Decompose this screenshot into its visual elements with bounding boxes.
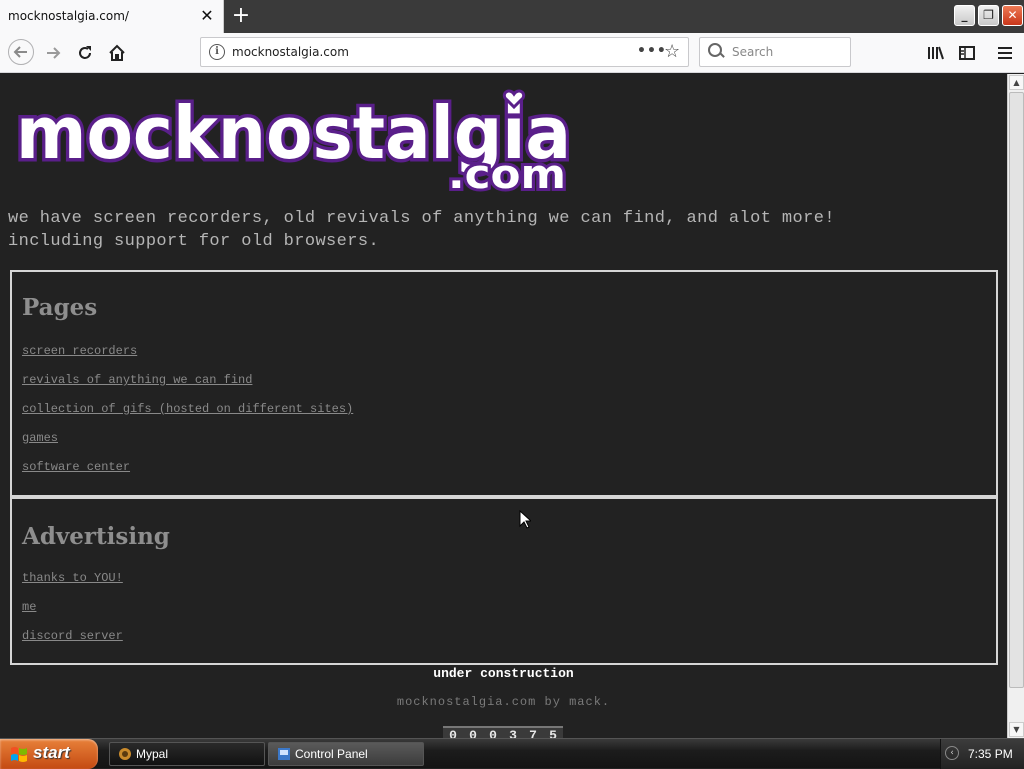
maximize-button[interactable]: ❐ — [978, 5, 999, 26]
tray-expand-icon[interactable]: ‹ — [945, 746, 959, 760]
taskbar-item-control-panel[interactable]: Control Panel — [268, 742, 424, 766]
back-arrow-icon[interactable] — [8, 39, 34, 65]
vertical-scrollbar[interactable]: ▲ ▼ — [1007, 74, 1024, 738]
advertising-panel: Advertising thanks to YOU! me discord se… — [10, 497, 998, 665]
link-revivals[interactable]: revivals of anything we can find — [22, 373, 252, 387]
new-tab-button[interactable]: + — [230, 5, 252, 27]
site-logo: mocknostalgia .com — [13, 88, 575, 192]
taskbar-item-label: Control Panel — [295, 747, 368, 761]
system-tray: ‹ 7:35 PM — [940, 739, 1024, 769]
info-icon[interactable]: i — [209, 44, 225, 60]
counter-digit: 3 — [509, 727, 517, 739]
link-me[interactable]: me — [22, 600, 36, 614]
pages-panel: Pages screen recorders revivals of anyth… — [10, 270, 998, 497]
home-icon[interactable] — [106, 42, 128, 64]
counter-digit: 0 — [449, 727, 457, 739]
advertising-heading: Advertising — [22, 523, 170, 550]
link-software-center[interactable]: software center — [22, 460, 130, 474]
mouse-cursor-icon — [519, 510, 531, 529]
tagline-line-2: including support for old browsers. — [8, 232, 380, 251]
hamburger-menu-icon[interactable] — [994, 42, 1016, 64]
page-viewport: mocknostalgia .com we have screen record… — [0, 74, 1007, 738]
start-label: start — [33, 743, 70, 762]
tab-title: mocknostalgia.com/ — [8, 9, 129, 23]
mypal-icon — [119, 748, 131, 760]
navigation-toolbar: i mocknostalgia.com ••• ☆ Search — [0, 33, 1024, 73]
link-screen-recorders[interactable]: screen recorders — [22, 344, 137, 358]
search-icon — [708, 43, 724, 59]
search-placeholder: Search — [732, 45, 774, 59]
tab-close-icon[interactable]: ✕ — [198, 7, 216, 25]
logo-suffix: .com — [448, 152, 566, 192]
reload-icon[interactable] — [74, 42, 96, 64]
taskbar: start Mypal Control Panel ‹ 7:35 PM — [0, 738, 1024, 769]
footer-credit: mocknostalgia.com by mack. — [396, 695, 611, 709]
page-actions-icon[interactable]: ••• — [637, 43, 667, 59]
windows-flag-icon — [11, 747, 27, 762]
sidebar-icon[interactable] — [956, 42, 978, 64]
scroll-thumb[interactable] — [1009, 92, 1024, 688]
clock: 7:35 PM — [968, 747, 1013, 761]
tagline-line-1: we have screen recorders, old revivals o… — [8, 209, 835, 228]
address-bar[interactable]: i mocknostalgia.com ••• ☆ — [200, 37, 689, 67]
construction-notice: under construction — [433, 666, 574, 681]
forward-arrow-icon[interactable] — [42, 42, 64, 64]
library-icon[interactable] — [924, 42, 946, 64]
counter-digit: 0 — [489, 727, 497, 739]
link-games[interactable]: games — [22, 431, 58, 445]
bookmark-star-icon[interactable]: ☆ — [664, 41, 680, 62]
counter-digit: 7 — [529, 727, 537, 739]
pages-heading: Pages — [22, 294, 98, 321]
counter-digit: 5 — [549, 727, 557, 739]
tab-strip: mocknostalgia.com/ ✕ + _ ❐ ✕ — [0, 0, 1024, 33]
scroll-up-arrow-icon[interactable]: ▲ — [1009, 75, 1024, 90]
control-panel-icon — [278, 748, 290, 760]
scroll-down-arrow-icon[interactable]: ▼ — [1009, 722, 1024, 737]
start-button[interactable]: start — [0, 739, 98, 769]
close-window-button[interactable]: ✕ — [1002, 5, 1023, 26]
link-thanks-to-you[interactable]: thanks to YOU! — [22, 571, 123, 585]
search-input[interactable]: Search — [699, 37, 851, 67]
taskbar-item-mypal[interactable]: Mypal — [109, 742, 265, 766]
site-tagline: we have screen recorders, old revivals o… — [8, 207, 998, 253]
hit-counter: 0 0 0 3 7 5 — [443, 726, 563, 738]
counter-digit: 0 — [469, 727, 477, 739]
url-text[interactable]: mocknostalgia.com — [232, 45, 349, 59]
link-gif-collection[interactable]: collection of gifs (hosted on different … — [22, 402, 353, 416]
minimize-button[interactable]: _ — [954, 5, 975, 26]
tab-active[interactable]: mocknostalgia.com/ ✕ — [0, 0, 224, 33]
link-discord-server[interactable]: discord server — [22, 629, 123, 643]
taskbar-item-label: Mypal — [136, 747, 169, 761]
